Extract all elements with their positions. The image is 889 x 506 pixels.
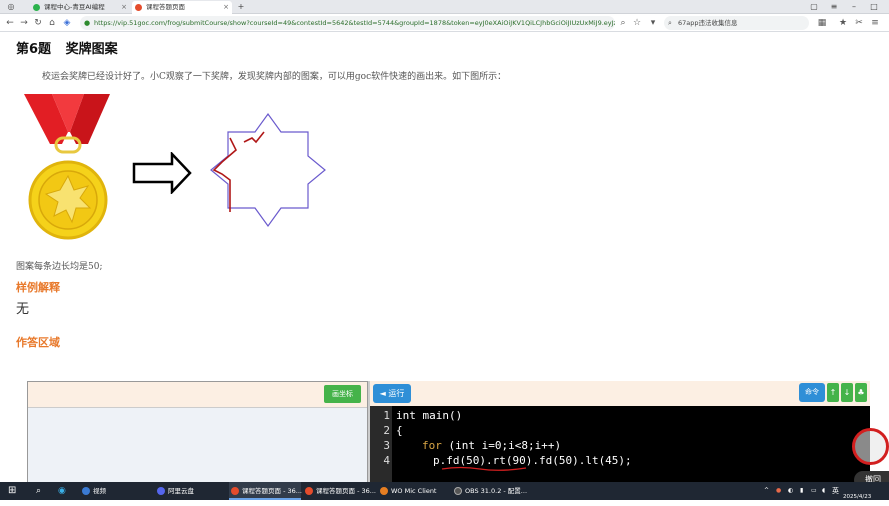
reload-icon[interactable]: ↻ <box>31 16 45 30</box>
dropdown-icon[interactable]: ▾ <box>646 16 660 30</box>
back-icon[interactable]: ← <box>3 16 17 30</box>
star-pattern-image <box>210 112 326 228</box>
zoom-icon[interactable]: ⌕ <box>616 16 630 30</box>
down-arrow-button[interactable]: ↓ <box>841 383 853 402</box>
menu-icon[interactable]: ≡ <box>825 0 843 14</box>
obs-icon <box>454 487 462 495</box>
code-line: int main() <box>396 409 463 422</box>
line-number: 1 <box>383 409 390 422</box>
run-button[interactable]: ◄ 运行 <box>373 384 411 403</box>
minimize-icon[interactable]: – <box>845 0 863 14</box>
mic-tray-icon[interactable]: ● <box>776 482 781 500</box>
tab-course-center[interactable]: 课程中心-青豆AI编程 × <box>30 1 130 14</box>
line-number: 2 <box>383 424 390 437</box>
microphone-icon <box>380 487 388 495</box>
bookmark-star-icon[interactable]: ☆ <box>630 16 644 30</box>
loop-header: (int i=0;i<8;i++) <box>441 439 562 452</box>
edge-length-note: 图案每条边长均是50; <box>16 262 103 272</box>
club-icon[interactable]: ♣ <box>855 383 867 402</box>
line-number: 3 <box>383 439 390 452</box>
handwritten-underline <box>441 466 527 471</box>
line-number: 4 <box>383 454 390 467</box>
search-icon[interactable]: ⌕ <box>36 482 41 500</box>
browser-logo-icon[interactable]: ◎ <box>2 0 20 14</box>
home-icon[interactable]: ⌂ <box>45 16 59 30</box>
tray-chevron-icon[interactable]: ^ <box>764 482 769 500</box>
url-text: https://vip.51goc.com/frog/submitCourse/… <box>94 19 615 27</box>
close-icon[interactable]: × <box>121 1 127 14</box>
browser-icon <box>305 487 313 495</box>
sample-text: 无 <box>16 302 30 317</box>
lock-icon: ● <box>84 19 91 27</box>
taskbar-item-browser[interactable]: 课程答题页面 - 36... <box>229 482 302 500</box>
taskbar-item-aliyun[interactable]: 阿里云盘 <box>155 482 227 500</box>
search-input[interactable]: ⌕ 67app违法收集信息 <box>664 16 809 30</box>
clock-date[interactable]: 2025/4/23 <box>843 488 871 506</box>
tab-favicon-icon <box>135 4 142 11</box>
answer-heading: 作答区域 <box>16 336 60 349</box>
right-arrow-image <box>132 152 192 194</box>
network-icon[interactable]: ▭ <box>811 482 817 500</box>
up-arrow-button[interactable]: ↑ <box>827 383 839 402</box>
apps-grid-icon[interactable]: ▦ <box>815 16 829 30</box>
maximize-icon[interactable]: □ <box>865 0 883 14</box>
taskbar-item-obs[interactable]: OBS 31.0.2 - 配置... <box>452 482 527 500</box>
input-language[interactable]: 英 <box>832 482 839 500</box>
tab-favicon-icon <box>33 4 40 11</box>
search-text: 67app违法收集信息 <box>678 19 738 27</box>
more-icon[interactable]: ≡ <box>868 16 882 30</box>
problem-description: 校运会奖牌已经设计好了。小C观察了一下奖牌，发现奖牌内部的图案，可以用goc软件… <box>42 72 507 82</box>
tab-list-icon[interactable]: ▢ <box>805 0 823 14</box>
video-icon <box>82 487 90 495</box>
tab-answer-page[interactable]: 课程答题页面 × <box>132 1 232 14</box>
tab-title: 课程中心-青豆AI编程 <box>44 3 105 11</box>
app-tray-icon[interactable]: ◐ <box>788 482 793 500</box>
code-line: for (int i=0;i<8;i++) <box>422 439 561 452</box>
edge-icon[interactable]: ◉ <box>58 482 66 500</box>
record-control-icon[interactable] <box>852 428 889 465</box>
cut-icon[interactable]: ✂ <box>852 16 866 30</box>
address-bar-row: ← → ↻ ⌂ ◈ ● https://vip.51goc.com/frog/s… <box>0 14 889 32</box>
code-line: { <box>396 424 403 437</box>
forward-icon[interactable]: → <box>17 16 31 30</box>
url-field[interactable]: ● https://vip.51goc.com/frog/submitCours… <box>80 16 615 30</box>
browser-icon <box>231 487 239 495</box>
page-title: 第6题 奖牌图案 <box>16 42 118 57</box>
draw-coordinates-button[interactable]: 画坐标 <box>324 385 361 403</box>
editor-toolbar: ◄ 运行 命令 ↑ ↓ ♣ <box>370 381 870 407</box>
medal-image <box>24 94 110 240</box>
close-icon[interactable]: × <box>223 1 229 14</box>
new-tab-button[interactable]: + <box>232 0 250 14</box>
command-button[interactable]: 命令 <box>799 383 825 402</box>
browser-tab-bar: ◎ 课程中心-青豆AI编程 × 课程答题页面 × + ▢ ≡ – □ <box>0 0 889 14</box>
search-icon: ⌕ <box>668 19 672 27</box>
cloud-drive-icon <box>157 487 165 495</box>
canvas-toolbar: 画坐标 <box>28 382 367 408</box>
taskbar: ⊞ ⌕ ◉ 视频 阿里云盘 课程答题页面 - 36... 课程答题页面 - 36… <box>0 482 889 500</box>
tab-title: 课程答题页面 <box>146 3 185 11</box>
sample-heading: 样例解释 <box>16 281 60 294</box>
extension-icon[interactable]: ◈ <box>60 16 74 30</box>
volume-icon[interactable]: ◖ <box>822 482 825 500</box>
taskbar-item-browser-2[interactable]: 课程答题页面 - 36... <box>303 482 376 500</box>
keyword-for: for <box>422 439 442 452</box>
taskbar-item-video[interactable]: 视频 <box>80 482 152 500</box>
battery-icon[interactable]: ▮ <box>800 482 803 500</box>
start-icon[interactable]: ⊞ <box>8 482 16 500</box>
taskbar-item-womic[interactable]: WO Mic Client <box>378 482 450 500</box>
favorites-icon[interactable]: ★ <box>836 16 850 30</box>
